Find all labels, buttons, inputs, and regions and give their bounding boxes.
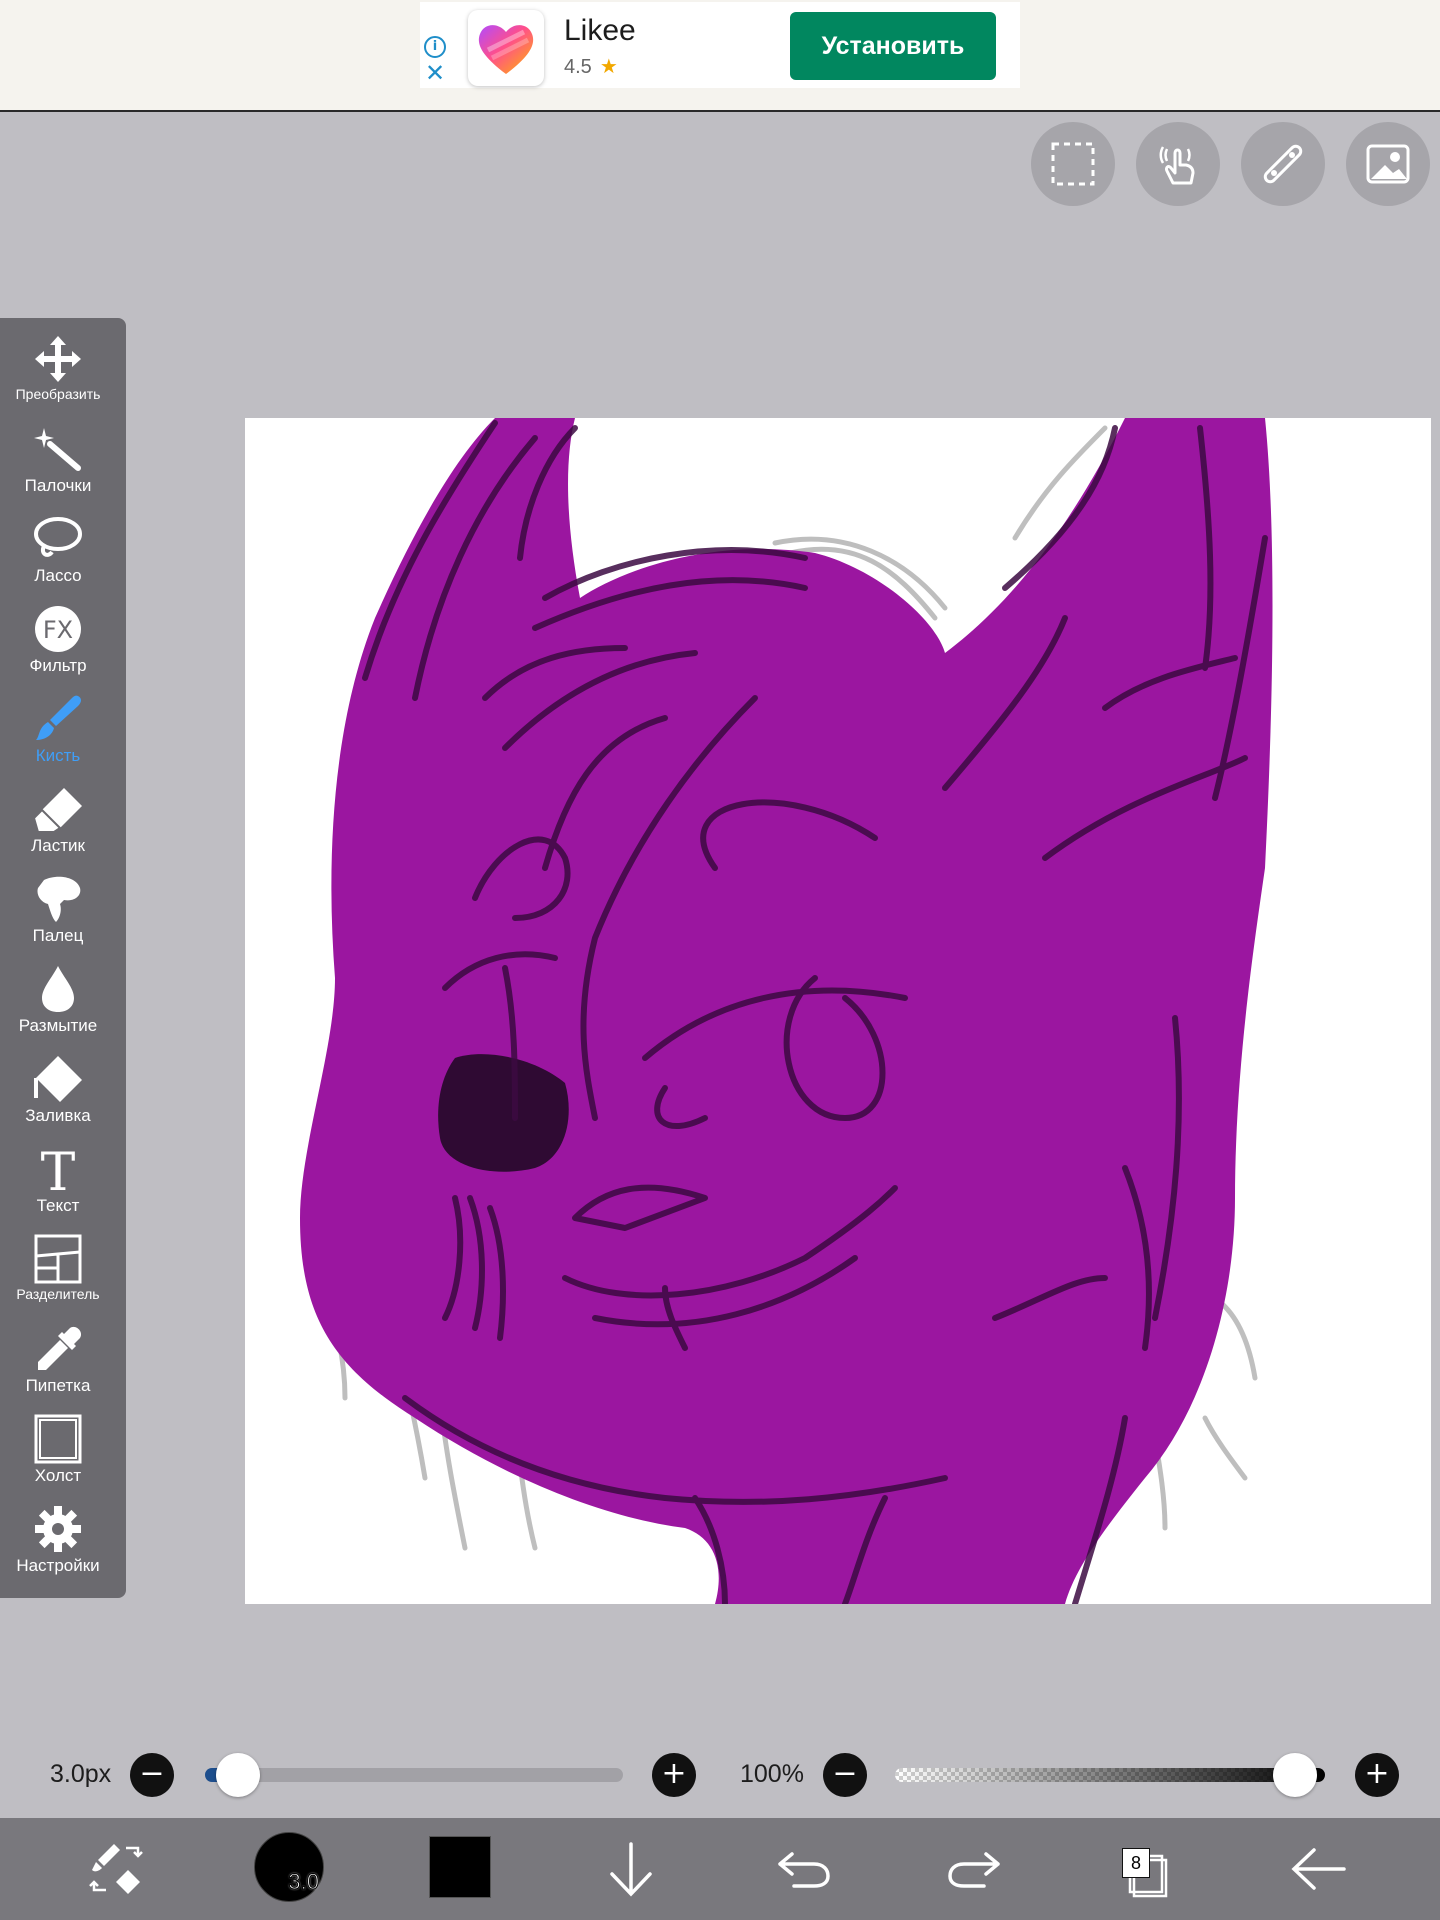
tool-label: Разделитель [16,1286,100,1302]
tool-label: Настройки [16,1556,100,1575]
text-icon: T [41,1144,76,1194]
brush-slider-bar: 3.0px − + 100% − + [0,1740,1440,1810]
brush-size-label: 3.0px [50,1760,112,1788]
eyedropper-icon [38,1326,82,1370]
finger-smudge-icon [37,876,81,922]
tool-eyedropper[interactable]: Пипетка [0,1318,116,1408]
svg-text:FX: FX [43,616,73,644]
tool-label: Пипетка [25,1376,91,1395]
magic-wand-icon [34,428,81,471]
opacity-thumb[interactable] [1273,1753,1317,1797]
layers-count: 8 [1122,1848,1150,1878]
tool-sidebar: Преобразить Палочки Лассо FX Фильтр Кист… [0,318,126,1598]
eraser-icon [32,788,82,833]
arrow-down-icon [610,1842,652,1897]
tool-label: Заливка [25,1106,91,1125]
brush-eraser-switch-icon [89,1844,143,1894]
tool-label: Холст [34,1466,82,1485]
selection-icon [1051,142,1095,186]
likee-app-icon [468,10,544,86]
redo-button[interactable] [942,1836,1008,1902]
selection-button[interactable] [1031,122,1115,206]
tool-divider[interactable]: Разделитель [0,1228,116,1318]
rating-value: 4.5 [564,56,592,78]
tool-canvas[interactable]: Холст [0,1408,116,1498]
tool-brush[interactable]: Кисть [0,688,116,778]
color-swatch[interactable] [429,1836,491,1898]
tool-transform[interactable]: Преобразить [0,328,116,418]
opacity-decrease-button[interactable]: − [823,1753,867,1797]
install-button[interactable]: Установить [790,12,996,80]
tool-magic-wand[interactable]: Палочки [0,418,116,508]
fill-bucket-icon [34,1056,82,1102]
size-increase-button[interactable]: + [652,1753,696,1797]
undo-icon [778,1852,830,1888]
move-layer-down-button[interactable] [598,1836,664,1902]
brush-size-value: 3.0 [288,1869,320,1895]
tool-label: Текст [36,1196,80,1215]
quick-tool-switch-button[interactable] [84,1836,150,1902]
ad-rating: 4.5 ★ [564,54,618,79]
touch-gesture-button[interactable] [1136,122,1220,206]
tool-settings[interactable]: Настройки [0,1498,116,1588]
tool-label: Палец [32,926,84,945]
tool-eraser[interactable]: Ластик [0,778,116,868]
lasso-icon [34,517,82,557]
brush-size-preview[interactable]: 3.0 [254,1832,324,1902]
size-decrease-button[interactable]: − [130,1753,174,1797]
star-icon: ★ [599,56,618,78]
info-icon[interactable]: i [424,36,446,58]
frame-divider-icon [34,1234,82,1284]
tool-filter[interactable]: FX Фильтр [0,598,116,688]
opacity-slider[interactable] [895,1768,1325,1782]
tool-blur[interactable]: Размытие [0,958,116,1048]
tool-label: Кисть [35,746,81,765]
canvas-icon [34,1414,82,1464]
opacity-label: 100% [740,1760,804,1788]
cat-drawing [300,418,1273,1604]
brush-icon [36,695,81,740]
arrow-left-icon [1291,1848,1346,1890]
ruler-icon [1263,144,1303,184]
fx-icon: FX [35,606,81,652]
brush-size-slider[interactable] [205,1768,623,1782]
brush-size-thumb[interactable] [216,1753,260,1797]
back-button[interactable] [1286,1836,1352,1902]
blur-drop-icon [42,966,74,1012]
touch-gesture-icon [1159,146,1195,185]
tool-label: Размытие [18,1016,98,1035]
ad-app-name[interactable]: Likee [564,14,636,48]
bottom-toolbar: 3.0 8 [0,1818,1440,1920]
move-arrows-icon [35,336,81,382]
settings-gear-icon [35,1506,81,1552]
tool-text[interactable]: T Текст [0,1138,116,1228]
close-icon[interactable]: ✕ [424,61,446,85]
image-reference-icon [1366,144,1410,184]
tool-label: Палочки [24,476,92,495]
ad-banner: i ✕ Likee 4.5 ★ Установить [0,0,1440,112]
opacity-increase-button[interactable]: + [1355,1753,1399,1797]
drawing-canvas[interactable] [245,418,1431,1604]
tool-fill[interactable]: Заливка [0,1048,116,1138]
reference-image-button[interactable] [1346,122,1430,206]
ruler-button[interactable] [1241,122,1325,206]
ad-content[interactable]: i ✕ Likee 4.5 ★ Установить [420,2,1020,88]
tool-lasso[interactable]: Лассо [0,508,116,598]
svg-text:T: T [41,1144,76,1194]
tool-label: Преобразить [15,386,101,402]
undo-button[interactable] [770,1836,836,1902]
tool-label: Фильтр [29,656,87,675]
tool-label: Лассо [34,566,82,585]
tool-label: Ластик [31,836,85,855]
tool-finger[interactable]: Палец [0,868,116,958]
redo-icon [948,1852,1000,1888]
